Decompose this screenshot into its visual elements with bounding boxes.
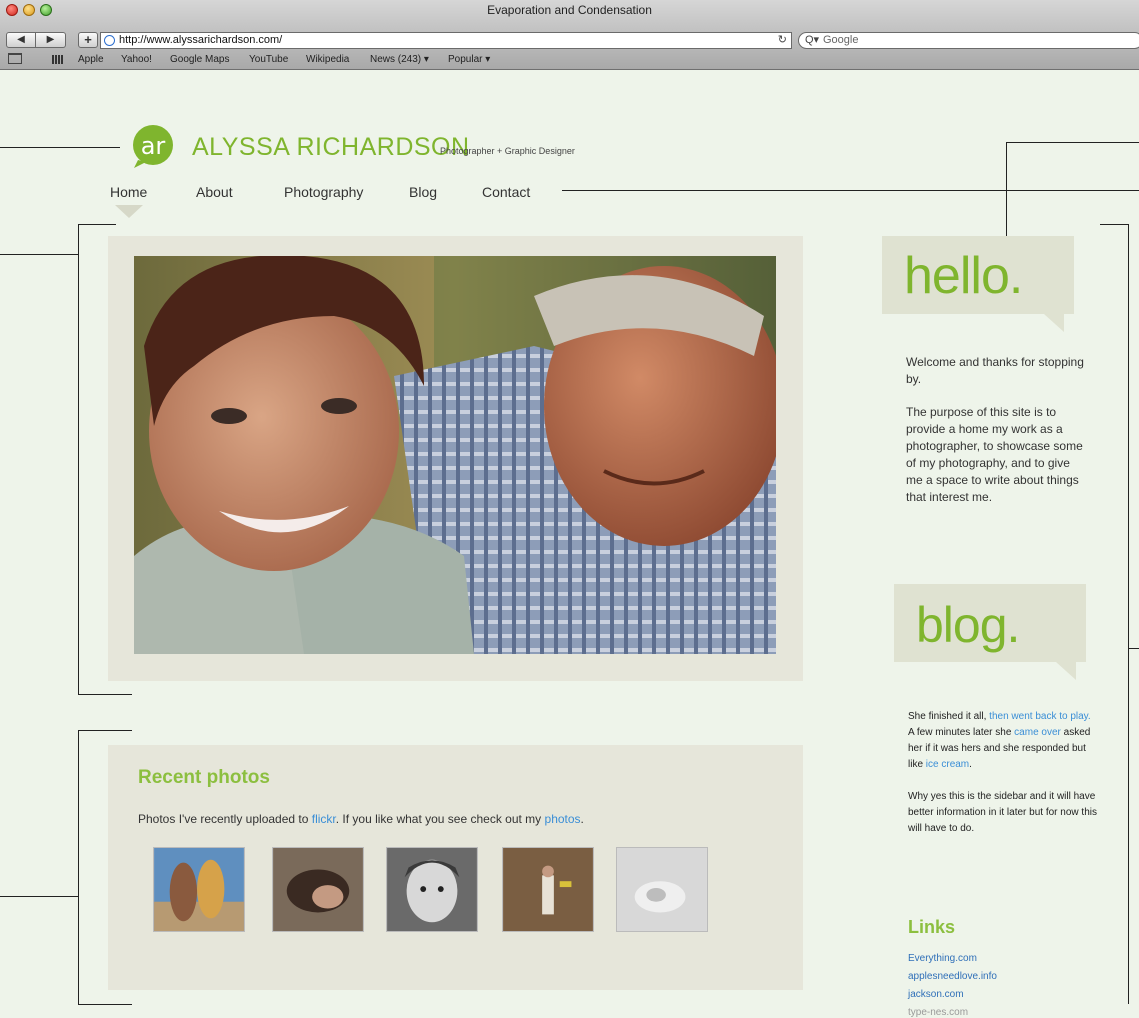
link-item[interactable]: applesneedlove.info <box>908 968 997 986</box>
nav-about[interactable]: About <box>196 184 233 200</box>
links-heading: Links <box>908 917 956 937</box>
annotation-line <box>78 224 116 225</box>
reload-icon[interactable]: ↻ <box>778 33 787 48</box>
desc-text: . If you like what you see check out my <box>335 812 545 826</box>
blog-paragraph: She finished it all, then went back to p… <box>908 709 1098 773</box>
annotation-line <box>562 190 1139 191</box>
recent-photo-thumbnail[interactable] <box>386 847 478 932</box>
address-url: http://www.alyssarichardson.com/ <box>119 34 283 46</box>
hello-heading: hello. <box>904 247 1023 305</box>
recent-photo-thumbnail[interactable] <box>272 847 364 932</box>
link-item[interactable]: Everything.com <box>908 950 997 968</box>
recent-photo-thumbnail[interactable] <box>502 847 594 932</box>
nav-home[interactable]: Home <box>110 184 147 200</box>
nav-active-indicator <box>115 205 143 218</box>
annotation-line <box>0 254 78 255</box>
desc-text: Photos I've recently uploaded to <box>138 812 312 826</box>
annotation-line <box>1006 142 1139 143</box>
globe-icon <box>104 35 115 46</box>
desc-text: . <box>580 812 584 826</box>
blog-excerpt: She finished it all, then went back to p… <box>908 709 1098 853</box>
browser-toolbar: ◀ ▶ + http://www.alyssarichardson.com/ ↻… <box>0 20 1139 50</box>
bookmark-apple[interactable]: Apple <box>78 54 104 65</box>
annotation-line <box>1128 648 1139 649</box>
annotation-line <box>78 694 132 695</box>
recent-photos-description: Photos I've recently uploaded to flickr.… <box>138 812 584 826</box>
blog-text: She finished it all, <box>908 711 990 722</box>
blog-paragraph: Why yes this is the sidebar and it will … <box>908 791 1097 834</box>
back-button[interactable]: ◀ <box>6 32 36 48</box>
forward-button[interactable]: ▶ <box>36 32 66 48</box>
site-logo-icon[interactable]: ar <box>130 124 176 168</box>
annotation-line <box>1128 224 1129 1004</box>
window-title: Evaporation and Condensation <box>487 3 652 17</box>
hero-photo[interactable] <box>134 256 776 654</box>
annotation-line <box>78 224 79 694</box>
recent-photo-thumbnail[interactable] <box>616 847 708 932</box>
annotation-line <box>78 730 79 1005</box>
browser-chrome: Evaporation and Condensation ◀ ▶ + http:… <box>0 0 1139 70</box>
annotation-line <box>78 1004 132 1005</box>
annotation-line <box>0 896 78 897</box>
links-list: Everything.com applesneedlove.info jacks… <box>908 950 997 1018</box>
blog-text: . <box>969 759 972 770</box>
bookmark-google-maps[interactable]: Google Maps <box>170 54 229 65</box>
nav-blog[interactable]: Blog <box>409 184 437 200</box>
top-sites-grid-icon[interactable] <box>52 55 64 64</box>
blog-link[interactable]: ice cream <box>926 759 969 770</box>
purpose-paragraph: The purpose of this site is to provide a… <box>906 405 1083 504</box>
bookmarks-bar: Apple Yahoo! Google Maps YouTube Wikiped… <box>0 50 1139 70</box>
site-tagline: Photographer + Graphic Designer <box>440 146 575 156</box>
flickr-link[interactable]: flickr <box>312 812 336 826</box>
speech-bubble-tail <box>1056 662 1076 680</box>
search-input[interactable]: Q▾ Google <box>798 32 1139 49</box>
blog-text: A few minutes later she <box>908 727 1015 738</box>
blog-link[interactable]: came over <box>1014 727 1061 738</box>
recent-photo-thumbnail[interactable] <box>153 847 245 932</box>
nav-contact[interactable]: Contact <box>482 184 530 200</box>
welcome-text: Welcome and thanks for stopping by. The … <box>906 354 1086 522</box>
bookmark-youtube[interactable]: YouTube <box>249 54 288 65</box>
search-placeholder: Google <box>823 34 859 46</box>
address-bar[interactable]: http://www.alyssarichardson.com/ ↻ <box>100 32 792 49</box>
blog-heading: blog. <box>916 597 1020 653</box>
bookmark-wikipedia[interactable]: Wikipedia <box>306 54 349 65</box>
bookmark-popular[interactable]: Popular ▾ <box>448 54 490 65</box>
search-icon: Q▾ <box>805 34 820 46</box>
site-name[interactable]: ALYSSA RICHARDSON <box>192 133 470 162</box>
bookmarks-book-icon[interactable] <box>8 53 22 64</box>
logo-letters: ar <box>141 132 166 160</box>
link-item[interactable]: jackson.com <box>908 986 997 1004</box>
recent-photos-title: Recent photos <box>138 767 270 788</box>
add-bookmark-button[interactable]: + <box>78 32 98 48</box>
annotation-line <box>78 730 132 731</box>
bookmark-news[interactable]: News (243) ▾ <box>370 54 429 65</box>
welcome-paragraph: Welcome and thanks for stopping by. <box>906 355 1084 386</box>
title-bar: Evaporation and Condensation <box>0 0 1139 20</box>
link-item[interactable]: type-nes.com <box>908 1004 997 1018</box>
annotation-line <box>0 147 120 148</box>
speech-bubble-tail <box>1044 314 1064 332</box>
bookmark-yahoo[interactable]: Yahoo! <box>121 54 152 65</box>
nav-photography[interactable]: Photography <box>284 184 363 200</box>
annotation-line <box>1100 224 1128 225</box>
blog-link[interactable]: then went back to play. <box>989 711 1091 722</box>
photos-link[interactable]: photos <box>545 812 581 826</box>
